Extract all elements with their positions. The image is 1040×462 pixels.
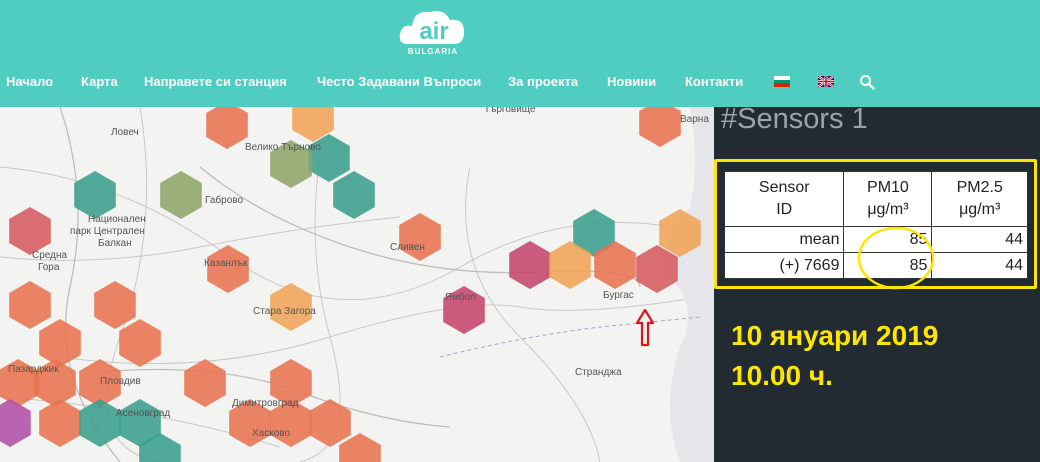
- city-label: Пловдив: [100, 376, 141, 387]
- table-header-row: Sensor ID PM10 μg/m³ PM2.5 μg/m³: [723, 171, 1028, 227]
- header-text: PM10 μg/m³: [867, 179, 909, 218]
- cell-id[interactable]: (+) 7669: [723, 252, 845, 279]
- city-label: Ловеч: [111, 127, 139, 138]
- hex-cell[interactable]: [184, 359, 226, 407]
- city-label: Димитровград: [232, 398, 299, 409]
- nav-map[interactable]: Карта: [81, 74, 118, 89]
- nav-contacts[interactable]: Контакти: [685, 74, 743, 89]
- logo-text: air: [419, 18, 448, 45]
- city-label: Пазарджик: [8, 364, 59, 375]
- header-pm25: PM2.5 μg/m³: [931, 171, 1028, 227]
- city-label: Средна: [32, 250, 67, 261]
- hex-cell[interactable]: [39, 399, 81, 447]
- city-label: Асеновград: [116, 408, 170, 419]
- bulgarian-flag-icon[interactable]: [774, 76, 790, 88]
- city-label: Бургас: [603, 290, 634, 301]
- hex-cell[interactable]: [333, 171, 375, 219]
- hex-cell[interactable]: [119, 319, 161, 367]
- city-label: Балкан: [98, 238, 132, 249]
- cell-pm25: 44: [931, 252, 1028, 279]
- city-label: Стара Загора: [253, 306, 316, 317]
- hex-cell[interactable]: [79, 399, 121, 447]
- header-sensor-id: Sensor ID: [723, 171, 845, 227]
- hex-cell[interactable]: [39, 319, 81, 367]
- city-label: Търговище: [484, 107, 536, 115]
- hex-cell[interactable]: [509, 241, 551, 289]
- nav-build-station[interactable]: Направете си станция: [144, 74, 287, 89]
- city-label: Странджа: [575, 367, 622, 378]
- hex-cell[interactable]: [0, 399, 31, 447]
- logo-subtitle: BULGARIA: [407, 47, 459, 56]
- hex-cell[interactable]: [9, 207, 51, 255]
- nav-about[interactable]: За проекта: [508, 74, 578, 89]
- city-label: Варна: [680, 114, 709, 125]
- cell-id: mean: [723, 226, 845, 253]
- sensor-panel: #Sensors 1 Sensor ID PM10 μg/m³ PM2.5 μg…: [714, 103, 1040, 462]
- city-label: Сливен: [390, 242, 425, 253]
- nav-home[interactable]: Начало: [6, 74, 53, 89]
- air-quality-map[interactable]: Ловеч Велико Търново Габрово Национален …: [0, 107, 714, 462]
- panel-title: #Sensors 1: [721, 103, 868, 135]
- hex-cell[interactable]: [160, 171, 202, 219]
- red-up-arrow-icon: [635, 308, 655, 347]
- header-pm10: PM10 μg/m³: [843, 171, 933, 227]
- map-canvas[interactable]: Ловеч Велико Търново Габрово Национален …: [0, 107, 714, 462]
- header-text: PM2.5 μg/m³: [956, 179, 1003, 218]
- header-text: Sensor ID: [758, 179, 810, 218]
- hex-cell[interactable]: [639, 107, 681, 147]
- hex-cell[interactable]: [9, 281, 51, 329]
- hex-cell[interactable]: [74, 171, 116, 219]
- hex-cell[interactable]: [309, 399, 351, 447]
- hex-cell[interactable]: [399, 213, 441, 261]
- uk-flag-icon[interactable]: [818, 76, 834, 87]
- city-label: Габрово: [205, 194, 243, 206]
- hex-cell[interactable]: [94, 281, 136, 329]
- hex-cell[interactable]: [207, 245, 249, 293]
- city-label: Национален: [88, 214, 146, 225]
- city-label: Ямбол: [445, 291, 476, 303]
- nav-news[interactable]: Новини: [607, 74, 656, 89]
- annotation-time: 10.00 ч.: [731, 360, 833, 391]
- cell-pm25: 44: [931, 226, 1028, 253]
- annotation-date: 10 януари 2019: [731, 320, 939, 351]
- value-circle-highlight: [857, 226, 935, 290]
- city-label: Велико Търново: [245, 142, 321, 153]
- city-label: Казанлък: [204, 258, 248, 269]
- nav-faq[interactable]: Често Задавани Въпроси: [317, 74, 481, 89]
- city-label: Гора: [38, 262, 60, 273]
- city-label: Хасково: [252, 428, 290, 439]
- search-icon[interactable]: [859, 74, 875, 90]
- site-header: air BULGARIA Начало Карта Направете си с…: [0, 0, 1040, 107]
- city-label: парк Централен: [70, 226, 145, 237]
- hex-cell[interactable]: [206, 107, 248, 149]
